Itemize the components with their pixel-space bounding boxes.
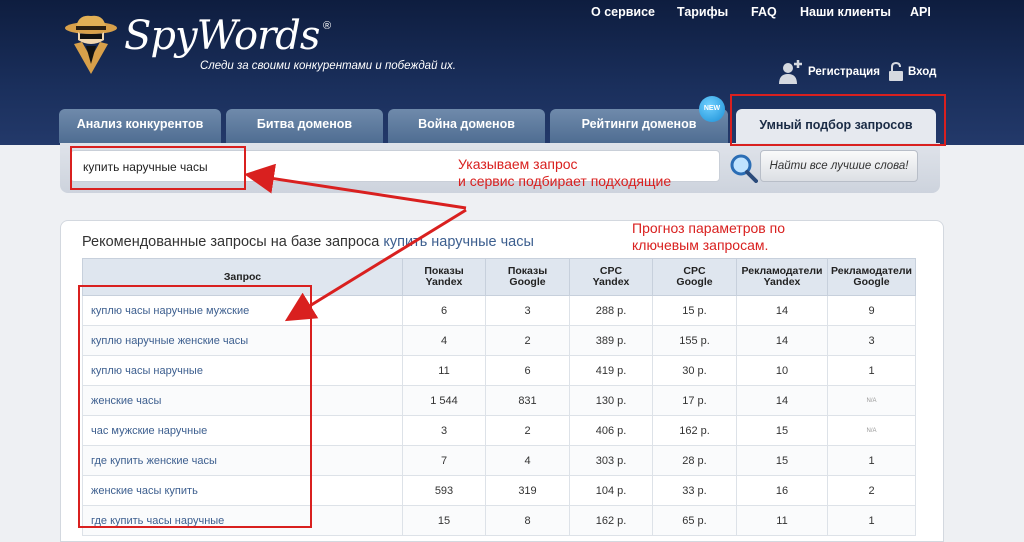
metric-cell: N/A [827,385,916,416]
nav-pricing[interactable]: Тарифы [677,5,728,19]
nav-faq[interactable]: FAQ [751,5,777,19]
registered-mark: ® [323,20,332,32]
column-header[interactable]: Показы Google [485,258,570,296]
metric-cell: 9 [827,295,916,326]
tab-domain-battle[interactable]: Битва доменов [226,109,383,143]
metric-cell: 831 [485,385,570,416]
metric-cell: 17 р. [652,385,737,416]
metric-cell: 1 [827,445,916,476]
metric-cell: 3 [485,295,570,326]
new-badge: NEW [699,96,725,122]
column-header[interactable]: Рекламодатели Yandex [736,258,828,296]
lock-icon [889,62,903,81]
metric-cell: 162 р. [652,415,737,446]
metric-cell: 3 [402,415,486,446]
metric-cell: N/A [827,415,916,446]
metric-cell: 419 р. [569,355,653,386]
metric-cell: 7 [402,445,486,476]
metric-cell: 303 р. [569,445,653,476]
metric-cell: 162 р. [569,505,653,536]
metric-cell: 389 р. [569,325,653,356]
find-best-words-button[interactable]: Найти все лучшие слова! [760,150,918,182]
metric-cell: 15 [402,505,486,536]
metric-cell: 1 [827,505,916,536]
metric-cell: 2 [827,475,916,506]
highlight-keyword-column [78,285,312,528]
metric-cell: 6 [402,295,486,326]
results-title: Рекомендованные запросы на базе запроса … [82,234,534,250]
tab-competitor-analysis[interactable]: Анализ конкурентов [59,109,221,143]
search-icon[interactable] [728,153,758,183]
metric-cell: 130 р. [569,385,653,416]
metric-cell: 15 [736,445,828,476]
spy-logo-icon [65,15,117,74]
metric-cell: 4 [485,445,570,476]
add-user-icon [779,60,802,84]
logo-wordmark[interactable]: SpyWords [124,14,320,58]
metric-cell: 14 [736,385,828,416]
metric-cell: 1 544 [402,385,486,416]
metric-cell: 2 [485,325,570,356]
metric-cell: 4 [402,325,486,356]
highlight-search-input [70,146,246,190]
register-label: Регистрация [808,66,880,78]
metric-cell: 11 [402,355,486,386]
metric-cell: 288 р. [569,295,653,326]
metric-cell: 15 [736,415,828,446]
metric-cell: 10 [736,355,828,386]
nav-api[interactable]: API [910,5,931,19]
results-title-prefix: Рекомендованные запросы на базе запроса [82,234,384,250]
metric-cell: 14 [736,325,828,356]
metric-cell: 30 р. [652,355,737,386]
metric-cell: 1 [827,355,916,386]
metric-cell: 155 р. [652,325,737,356]
metric-cell: 319 [485,475,570,506]
column-header[interactable]: Показы Yandex [402,258,486,296]
metric-cell: 16 [736,475,828,506]
metric-cell: 593 [402,475,486,506]
metric-cell: 6 [485,355,570,386]
column-header[interactable]: Рекламодатели Google [827,258,916,296]
login-label: Вход [908,66,937,78]
metric-cell: 8 [485,505,570,536]
metric-cell: 33 р. [652,475,737,506]
column-header[interactable]: CPC Yandex [569,258,653,296]
metric-cell: 28 р. [652,445,737,476]
results-title-query[interactable]: купить наручные часы [383,234,534,250]
metric-cell: 3 [827,325,916,356]
tagline: Следи за своими конкурентами и побеждай … [200,60,456,72]
annotation-query: Указываем запрос и сервис подбирает подх… [458,156,672,189]
metric-cell: 15 р. [652,295,737,326]
nav-clients[interactable]: Наши клиенты [800,5,891,19]
metric-cell: 2 [485,415,570,446]
metric-cell: 65 р. [652,505,737,536]
column-header[interactable]: CPC Google [652,258,737,296]
nav-about[interactable]: О сервисе [591,5,655,19]
tab-domain-war[interactable]: Война доменов [388,109,545,143]
metric-cell: 406 р. [569,415,653,446]
metric-cell: 14 [736,295,828,326]
highlight-active-tab [730,94,946,146]
annotation-forecast: Прогноз параметров по ключевым запросам. [632,220,785,253]
metric-cell: 104 р. [569,475,653,506]
metric-cell: 11 [736,505,828,536]
